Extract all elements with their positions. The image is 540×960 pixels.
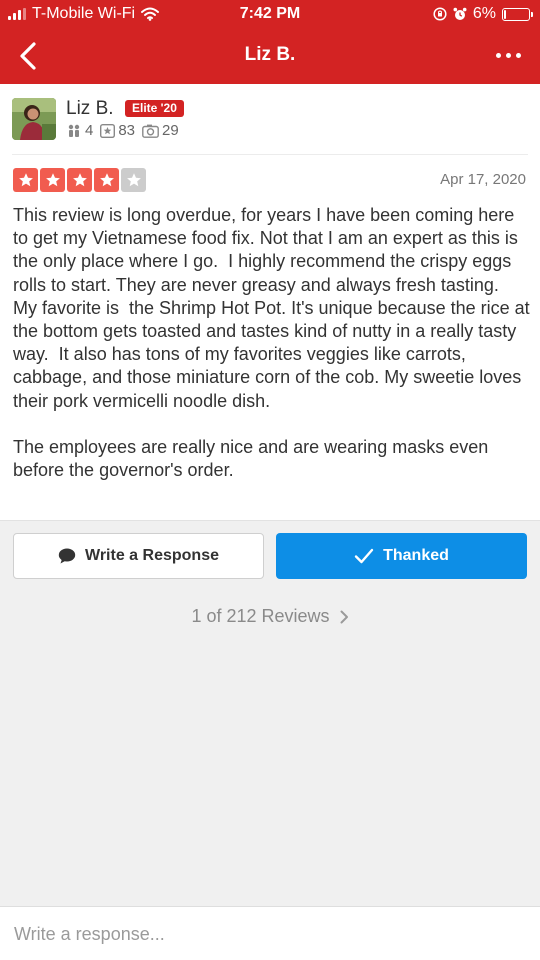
elite-badge: Elite '20: [125, 100, 184, 117]
write-response-label: Write a Response: [85, 547, 219, 564]
status-bar: T-Mobile Wi-Fi 7:42 PM 6%: [0, 0, 540, 30]
reviews-stat: 83: [100, 122, 135, 139]
thanked-label: Thanked: [383, 547, 449, 564]
review-pager[interactable]: 1 of 212 Reviews: [0, 606, 540, 627]
battery-icon: [502, 7, 533, 21]
friends-count: 4: [85, 122, 94, 139]
battery-percent: 6%: [472, 5, 496, 22]
star-filled-icon: [94, 168, 119, 192]
status-right: 6%: [433, 5, 533, 23]
reviews-count: 83: [118, 122, 136, 139]
friends-stat: 4: [66, 122, 93, 139]
orientation-lock-icon: [433, 7, 447, 21]
response-input[interactable]: [0, 907, 540, 960]
more-options-button[interactable]: [490, 40, 526, 70]
review-star-icon: [100, 123, 116, 138]
star-rating: [13, 168, 146, 192]
more-dots-icon: [495, 52, 501, 58]
speech-bubble-icon: [58, 548, 76, 564]
thanked-button[interactable]: Thanked: [276, 533, 527, 579]
review-date: Apr 17, 2020: [440, 171, 526, 188]
alarm-icon: [453, 7, 467, 20]
avatar[interactable]: [12, 98, 56, 140]
star-filled-icon: [13, 168, 38, 192]
star-empty-icon: [121, 168, 146, 192]
page-title: Liz B.: [244, 44, 296, 65]
camera-icon: [142, 124, 159, 138]
photos-stat: 29: [142, 122, 179, 139]
review-card: Liz B. Elite '20 4 83 29 Apr 17, 2020 Th…: [0, 84, 540, 521]
divider: [12, 154, 528, 155]
checkmark-icon: [354, 548, 374, 564]
response-bar: [0, 906, 540, 960]
star-filled-icon: [40, 168, 65, 192]
pager-label: 1 of 212 Reviews: [191, 606, 330, 626]
photos-count: 29: [162, 122, 179, 139]
star-filled-icon: [67, 168, 92, 192]
write-response-button[interactable]: Write a Response: [13, 533, 264, 579]
friends-icon: [68, 124, 80, 137]
nav-bar: Liz B.: [0, 30, 540, 84]
app-header: T-Mobile Wi-Fi 7:42 PM 6% Liz B.: [0, 0, 540, 84]
user-stats: 4 83 29: [66, 122, 182, 139]
user-name[interactable]: Liz B.: [66, 98, 114, 120]
battery-level: [504, 9, 506, 19]
chevron-right-icon: [340, 610, 348, 623]
review-text: This review is long overdue, for years I…: [13, 205, 530, 481]
